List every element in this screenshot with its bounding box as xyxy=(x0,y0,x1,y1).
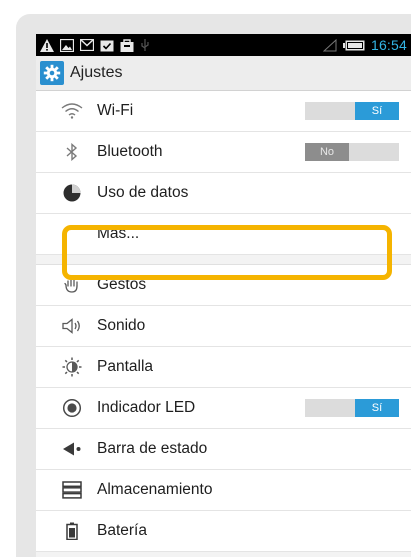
bluetooth-icon xyxy=(61,141,83,163)
battery-label: Batería xyxy=(97,522,147,539)
speaker-icon xyxy=(61,315,83,337)
sound-label: Sonido xyxy=(97,317,146,334)
settings-item-gestures[interactable]: Gestos xyxy=(36,265,411,306)
gestures-label: Gestos xyxy=(97,276,147,293)
wifi-label: Wi-Fi xyxy=(97,102,134,119)
usb-icon xyxy=(140,39,150,51)
settings-item-battery[interactable]: Batería xyxy=(36,511,411,552)
hand-gesture-icon xyxy=(61,274,83,296)
wifi-toggle-state: Sí xyxy=(355,102,399,120)
bluetooth-toggle-state: No xyxy=(305,143,349,161)
page-title: Ajustes xyxy=(70,64,123,81)
bluetooth-toggle[interactable]: No xyxy=(305,143,399,161)
system-icons: 16:54 xyxy=(322,36,407,54)
settings-item-wifi[interactable]: Wi-Fi Sí xyxy=(36,91,411,132)
settings-item-display[interactable]: Pantalla xyxy=(36,347,411,388)
gmail-icon xyxy=(80,39,94,51)
settings-item-storage[interactable]: Almacenamiento xyxy=(36,470,411,511)
settings-item-data-usage[interactable]: Uso de datos xyxy=(36,173,411,214)
warning-icon xyxy=(40,38,54,52)
led-indicator-toggle-state: Sí xyxy=(355,399,399,417)
notification-icons xyxy=(40,37,150,53)
clock-time: 16:54 xyxy=(370,37,407,53)
data-usage-label: Uso de datos xyxy=(97,184,189,201)
settings-item-led-indicator[interactable]: Indicador LED Sí xyxy=(36,388,411,429)
action-bar: Ajustes xyxy=(36,56,411,91)
section-divider xyxy=(36,255,411,265)
signal-icon xyxy=(322,38,337,52)
bag-icon xyxy=(120,38,134,52)
image-icon xyxy=(60,38,74,52)
led-indicator-icon xyxy=(61,397,83,419)
settings-item-sound[interactable]: Sonido xyxy=(36,306,411,347)
more-label: Más... xyxy=(97,225,140,242)
settings-gear-icon[interactable] xyxy=(40,61,64,85)
device-frame: 16:54 Ajustes Wi-Fi Sí Bluetooth No Uso … xyxy=(16,14,411,557)
wifi-toggle[interactable]: Sí xyxy=(305,102,399,120)
battery-setting-icon xyxy=(61,520,83,542)
status-bar-label: Barra de estado xyxy=(97,440,208,457)
data-usage-pie-icon xyxy=(61,182,83,204)
bluetooth-label: Bluetooth xyxy=(97,143,163,160)
status-bar-arrow-icon xyxy=(61,438,83,460)
battery-icon xyxy=(342,40,365,51)
settings-item-status-bar[interactable]: Barra de estado xyxy=(36,429,411,470)
led-indicator-toggle[interactable]: Sí xyxy=(305,399,399,417)
display-label: Pantalla xyxy=(97,358,154,375)
settings-list: Wi-Fi Sí Bluetooth No Uso de datos Más..… xyxy=(36,91,411,552)
storage-icon xyxy=(61,479,83,501)
status-bar: 16:54 xyxy=(36,34,411,56)
led-indicator-label: Indicador LED xyxy=(97,399,196,416)
phone-screen: 16:54 Ajustes Wi-Fi Sí Bluetooth No Uso … xyxy=(36,34,411,557)
calendar-check-icon xyxy=(100,39,114,52)
wifi-icon xyxy=(61,100,83,122)
settings-item-more[interactable]: Más... xyxy=(36,214,411,255)
brightness-icon xyxy=(61,356,83,378)
storage-label: Almacenamiento xyxy=(97,481,213,498)
settings-item-bluetooth[interactable]: Bluetooth No xyxy=(36,132,411,173)
